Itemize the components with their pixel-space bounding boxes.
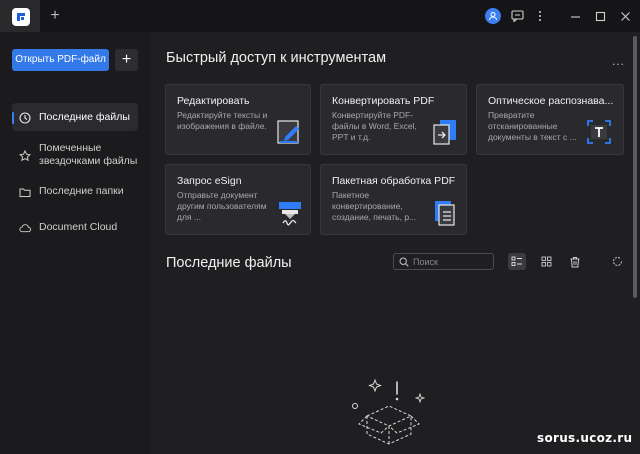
sidebar-item-label: Последние папки <box>39 185 124 197</box>
tool-card-title: Запрос eSign <box>177 175 242 187</box>
quick-access-title: Быстрый доступ к инструментам <box>166 50 387 66</box>
tool-card-desc: Превратите отсканированные документы в т… <box>488 110 577 142</box>
folder-icon <box>19 186 31 198</box>
tool-card-ocr[interactable]: Оптическое распознава... Превратите отск… <box>476 84 624 155</box>
clock-icon <box>19 112 31 124</box>
tool-card-title: Редактировать <box>177 95 250 107</box>
trash-icon <box>570 256 580 267</box>
user-avatar-icon[interactable] <box>485 8 501 24</box>
sidebar-item-recent-folders[interactable]: Последние папки <box>12 185 138 201</box>
search-box[interactable] <box>393 253 494 270</box>
cloud-icon <box>19 222 31 234</box>
search-input[interactable] <box>413 256 493 267</box>
tool-card-title: Конвертировать PDF <box>332 95 435 107</box>
watermark: sorus.ucoz.ru <box>537 431 633 445</box>
sidebar-item-label: Помеченные звездочками файлы <box>39 142 138 167</box>
close-icon[interactable] <box>616 7 634 25</box>
refresh-button[interactable] <box>608 253 626 270</box>
more-vertical-icon[interactable] <box>531 7 549 25</box>
list-view-icon <box>511 256 522 266</box>
app-logo-icon <box>12 8 30 26</box>
tool-card-desc: Отправьте документ другим пользователям … <box>177 190 267 222</box>
star-icon <box>19 150 31 162</box>
sidebar <box>0 32 150 454</box>
ocr-icon <box>585 118 613 146</box>
tool-card-convert[interactable]: Конвертировать PDF Конвертируйте PDF-фай… <box>320 84 467 155</box>
new-tab-button[interactable]: + <box>47 8 63 24</box>
delete-button[interactable] <box>566 253 584 270</box>
grid-view-icon <box>541 256 551 267</box>
scrollbar[interactable] <box>633 36 637 298</box>
tool-card-esign[interactable]: Запрос eSign Отправьте документ другим п… <box>165 164 311 235</box>
sidebar-item-document-cloud[interactable]: Document Cloud <box>12 221 138 237</box>
list-view-button[interactable] <box>508 253 526 270</box>
search-icon <box>399 256 409 267</box>
open-pdf-button[interactable]: Открыть PDF-файл <box>12 49 109 71</box>
add-button[interactable]: + <box>115 49 138 71</box>
tool-card-edit[interactable]: Редактировать Редактируйте тексты и изоб… <box>165 84 311 155</box>
sidebar-item-label: Последние файлы <box>39 111 130 123</box>
batch-icon <box>431 199 459 227</box>
grid-view-button[interactable] <box>537 253 555 270</box>
sidebar-item-starred-files[interactable]: Помеченные звездочками файлы <box>12 142 138 172</box>
sidebar-item-label: Document Cloud <box>39 221 118 233</box>
edit-icon <box>276 118 304 146</box>
tool-card-desc: Конвертируйте PDF-файлы в Word, Excel, P… <box>332 110 417 142</box>
minimize-icon[interactable] <box>566 7 584 25</box>
sidebar-item-recent-files[interactable]: Последние файлы <box>12 103 138 131</box>
tool-card-desc: Пакетное конвертирование, создание, печа… <box>332 190 417 222</box>
convert-icon <box>431 118 459 146</box>
message-icon[interactable] <box>508 7 526 25</box>
refresh-icon <box>612 256 622 266</box>
title-bar: + <box>0 0 640 32</box>
tool-card-desc: Редактируйте тексты и изображения в файл… <box>177 110 268 131</box>
tool-card-title: Пакетная обработка PDF <box>332 175 456 187</box>
maximize-icon[interactable] <box>591 7 609 25</box>
esign-icon <box>276 199 304 227</box>
more-options-button[interactable]: ... <box>612 54 625 68</box>
tool-card-title: Оптическое распознава... <box>488 95 614 107</box>
empty-box-illustration <box>345 376 435 446</box>
recent-files-title: Последние файлы <box>166 255 292 271</box>
tool-card-batch[interactable]: Пакетная обработка PDF Пакетное конверти… <box>320 164 467 235</box>
